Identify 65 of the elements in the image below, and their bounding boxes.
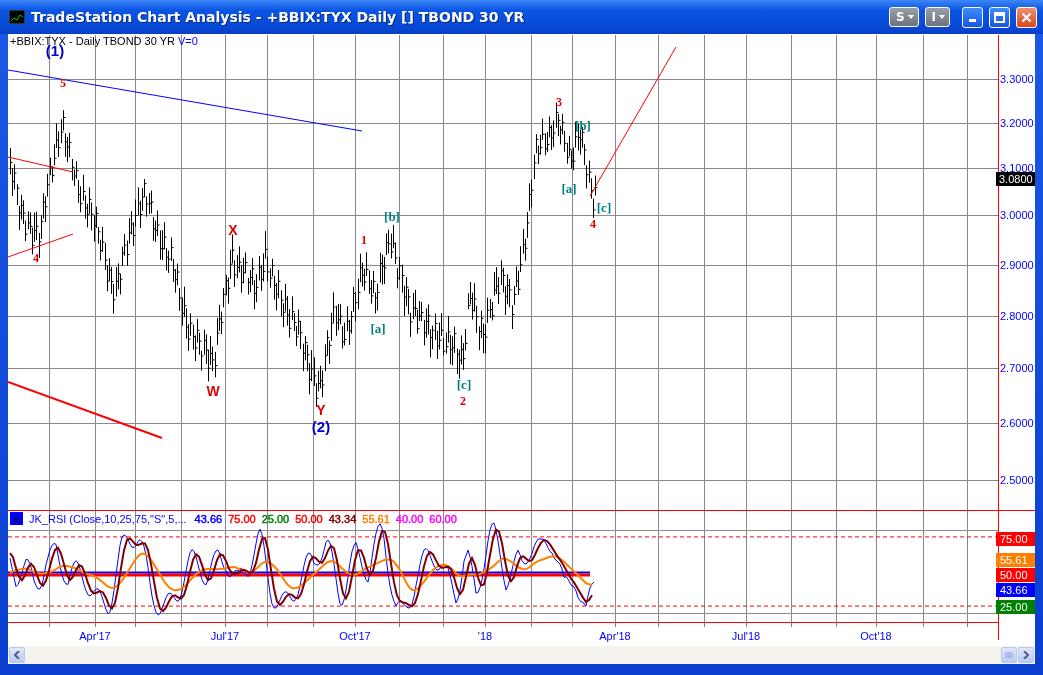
close-button[interactable] (1016, 6, 1037, 28)
date-label: Jul'18 (731, 630, 761, 642)
axis-label: 2.9000 (1000, 259, 1034, 271)
wave-label: [b] (575, 118, 591, 133)
indicator-value: 43.34 (328, 513, 357, 525)
wave-label: X (228, 222, 238, 238)
date-label: Jul'17 (210, 630, 240, 642)
wave-label: [c] (456, 377, 472, 392)
wave-label: Y (316, 402, 326, 418)
axis-label: 2.7000 (1000, 362, 1034, 374)
caret-icon (939, 15, 945, 19)
minimize-button[interactable] (962, 6, 983, 28)
level-badge: 25.00 (996, 600, 1035, 614)
menu-button[interactable]: I (924, 7, 950, 27)
indicator-value: 43.66 (194, 513, 223, 525)
wave-label: (2) (311, 418, 331, 435)
wave-label: 3 (556, 95, 562, 109)
wave-label: 4 (590, 217, 596, 231)
wave-label: 1 (361, 233, 367, 247)
axis-label: 2.8000 (1000, 310, 1034, 322)
wave-label: [c] (596, 200, 612, 215)
indicator-value: 60.00 (429, 513, 457, 525)
menu-button[interactable]: S (888, 7, 919, 27)
maximize-button[interactable] (989, 6, 1010, 28)
date-label: Oct'18 (860, 630, 892, 642)
date-label: Apr'17 (79, 630, 111, 642)
scroll-left-button[interactable] (9, 647, 25, 663)
trend-line[interactable] (8, 156, 74, 173)
indicator-value: 40.00 (395, 513, 424, 525)
wave-label: 5 (60, 76, 66, 90)
close-icon (1021, 11, 1032, 23)
date-label: '18 (477, 630, 493, 642)
wave-label: W (206, 383, 220, 399)
level-badge: 55.61 (996, 553, 1035, 567)
app-icon (9, 10, 25, 24)
window-title: TradeStation Chart Analysis - +BBIX:TYX Daily [] TBOND 30 YR (31, 9, 526, 25)
axis-label: 3.0000 (1000, 209, 1034, 221)
scroll-right-button[interactable] (1018, 647, 1034, 663)
level-badge: 43.66 (996, 583, 1035, 597)
minimize-icon (969, 18, 976, 22)
axis-label: 3.3000 (1000, 73, 1034, 85)
indicator-legend: JK_RSI (Close,10,25,75,"S",5,... (29, 513, 187, 525)
axis-label: 2.5000 (1000, 474, 1034, 486)
indicator-icon (10, 512, 23, 525)
indicator-value: 50.00 (295, 513, 323, 525)
axis-label: 3.1000 (1000, 162, 1034, 174)
caret-icon (907, 15, 914, 19)
indicator-value: 75.00 (228, 513, 256, 525)
maximize-icon (994, 11, 1005, 23)
scrollbar-thumb[interactable] (1001, 647, 1017, 663)
wave-label: [b] (384, 209, 400, 224)
axis-label: 2.6000 (1000, 417, 1034, 429)
indicator-value: 25.00 (261, 513, 290, 525)
wave-label: [a] (561, 181, 577, 196)
last-price-badge: 3.0800 (996, 172, 1035, 186)
level-badge: 50.00 (996, 568, 1035, 582)
level-badge: 75.00 (996, 532, 1035, 546)
indicator-value: 55.61 (362, 513, 390, 525)
date-label: Apr'18 (599, 630, 631, 642)
wave-label: 2 (460, 394, 466, 408)
date-label: Oct'17 (339, 630, 371, 642)
volume-label: V=0 (178, 35, 198, 47)
axis-label: 3.2000 (1000, 117, 1034, 129)
wave-label: 4 (33, 251, 39, 265)
wave-label: [a] (370, 321, 386, 336)
